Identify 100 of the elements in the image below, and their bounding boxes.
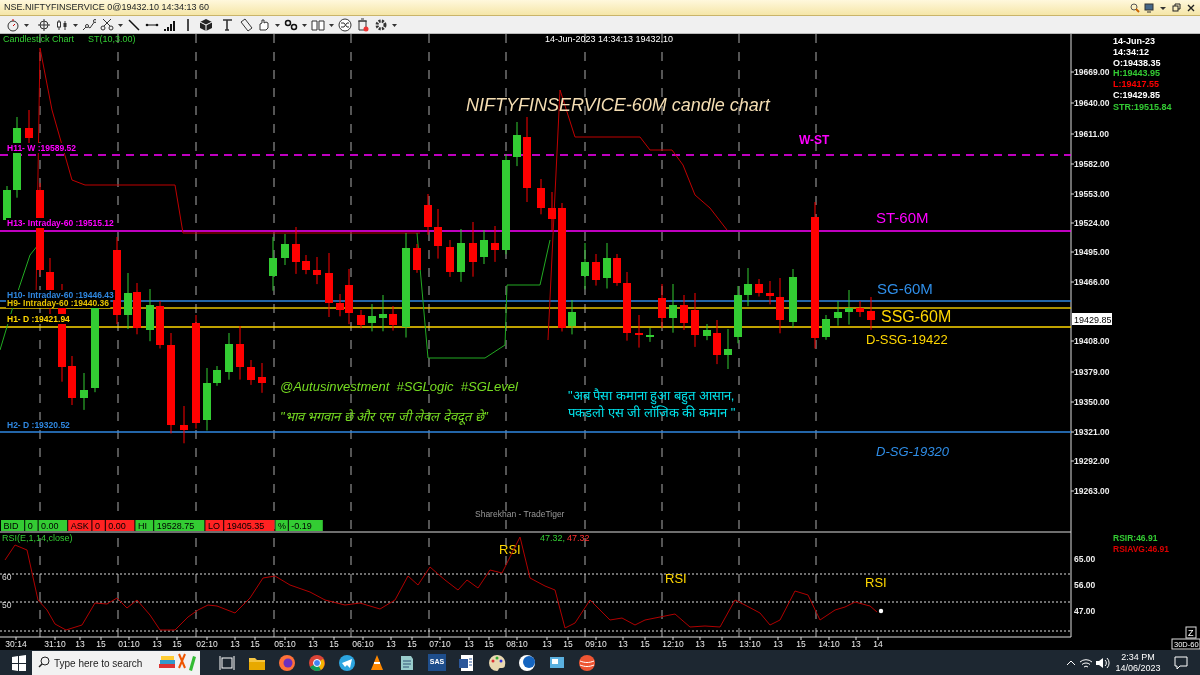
candlestick bbox=[834, 300, 842, 327]
globe-icon[interactable] bbox=[578, 653, 596, 672]
candlestick bbox=[68, 355, 76, 406]
time-label: 08:10 bbox=[506, 639, 528, 649]
level-label: H10- Intraday-60 :19446.43 bbox=[7, 290, 114, 300]
level-label: H1- D :19421.94 bbox=[7, 314, 70, 324]
candlestick bbox=[568, 299, 576, 335]
candlestick bbox=[213, 365, 221, 387]
candlestick bbox=[156, 300, 164, 349]
rsi-value: 47.32 bbox=[567, 533, 590, 543]
candlestick bbox=[724, 328, 732, 370]
candlestick bbox=[646, 327, 654, 343]
chrome-icon[interactable] bbox=[308, 653, 326, 672]
quote-cell: 0.00 bbox=[38, 520, 68, 531]
crosshair-icon[interactable] bbox=[37, 17, 51, 32]
palette-icon[interactable] bbox=[488, 653, 506, 672]
time-label: 14 bbox=[873, 639, 883, 649]
price-label: 19292.00 bbox=[1074, 456, 1110, 466]
text-tool-icon[interactable] bbox=[221, 17, 235, 32]
line-chart-icon[interactable] bbox=[82, 17, 96, 32]
ruler-icon[interactable] bbox=[239, 17, 253, 32]
candlestick bbox=[691, 292, 699, 348]
level-label: H11- W :19589.52 bbox=[7, 143, 76, 153]
rsi-annotation: RSI bbox=[499, 542, 521, 557]
paper-plane-icon[interactable] bbox=[338, 653, 356, 672]
price-label: 19350.00 bbox=[1074, 397, 1110, 407]
chart-annotation: W-ST bbox=[799, 133, 830, 147]
document-icon[interactable] bbox=[458, 653, 476, 672]
candlestick bbox=[446, 239, 454, 278]
candlestick bbox=[389, 305, 397, 332]
trash-icon[interactable] bbox=[356, 17, 370, 32]
time-label: 02:10 bbox=[196, 639, 218, 649]
scissors-icon[interactable] bbox=[100, 17, 114, 32]
clock-date[interactable]: 14/06/2023 bbox=[1110, 662, 1166, 674]
chart-annotation: D-SSG-19422 bbox=[866, 332, 948, 347]
candlestick bbox=[658, 283, 666, 329]
level-label: H9- Intraday-60 :19440.36 bbox=[7, 298, 110, 308]
traffic-cone-icon[interactable] bbox=[368, 653, 386, 672]
search-icon[interactable] bbox=[1130, 2, 1140, 13]
candlestick bbox=[744, 267, 752, 307]
shuffle-icon[interactable] bbox=[338, 17, 352, 32]
rsi-axis-label: 47.00 bbox=[1074, 606, 1096, 616]
rsi-annotation: RSI bbox=[865, 575, 887, 590]
time-label: 12:10 bbox=[662, 639, 684, 649]
candlestick bbox=[776, 277, 784, 334]
monitor-icon[interactable] bbox=[1144, 2, 1154, 13]
task-view-icon[interactable] bbox=[218, 653, 236, 672]
quote-cell: 0 bbox=[25, 520, 38, 531]
price-label: 19466.00 bbox=[1074, 277, 1110, 287]
time-label: 13 bbox=[618, 639, 628, 649]
line-tool-icon[interactable] bbox=[127, 17, 141, 32]
rsi-value: 47.32, bbox=[540, 533, 566, 543]
candlestick bbox=[225, 332, 233, 381]
quote-cell: HI bbox=[135, 520, 154, 531]
rsi-axis-label: 65.00 bbox=[1074, 554, 1096, 564]
timer-icon[interactable] bbox=[6, 17, 20, 32]
candlestick-icon[interactable] bbox=[55, 17, 69, 32]
search-icon bbox=[38, 656, 50, 668]
notepad-icon[interactable] bbox=[398, 653, 416, 672]
indicator-label: ST(10,3.00) bbox=[88, 34, 136, 44]
zoom-button[interactable]: Z bbox=[1185, 626, 1197, 639]
rsi-axis-label: 56.00 bbox=[1074, 580, 1096, 590]
candlestick bbox=[480, 229, 488, 265]
crescent-icon[interactable] bbox=[518, 653, 536, 672]
last-price-label: 19429.85 bbox=[1072, 313, 1112, 325]
candlestick bbox=[457, 228, 465, 283]
notification-icon[interactable] bbox=[1173, 654, 1189, 671]
chart-annotation: D-SG-19320 bbox=[876, 444, 949, 459]
search-field[interactable]: Type here to search bbox=[32, 651, 200, 675]
time-label: 07:10 bbox=[429, 639, 451, 649]
time-label: 15 bbox=[717, 639, 727, 649]
quote-cell: LO bbox=[205, 520, 224, 531]
restore-icon[interactable] bbox=[1172, 2, 1182, 13]
candlestick bbox=[258, 362, 266, 394]
ohlc-info: 14-Jun-23 bbox=[1113, 36, 1156, 46]
candlestick bbox=[269, 236, 277, 292]
time-label: 05:10 bbox=[274, 639, 296, 649]
time-label: 13 bbox=[851, 639, 861, 649]
firefox-icon[interactable] bbox=[278, 653, 296, 672]
time-label: 13 bbox=[542, 639, 552, 649]
time-label: 31:10 bbox=[44, 639, 66, 649]
time-label: 15 bbox=[563, 639, 573, 649]
candlestick bbox=[766, 280, 774, 305]
time-label: 13 bbox=[75, 639, 85, 649]
link-icon[interactable] bbox=[284, 17, 298, 32]
time-label: 15 bbox=[250, 639, 260, 649]
time-label: 14:10 bbox=[818, 639, 840, 649]
cube-icon[interactable] bbox=[199, 17, 213, 32]
time-label: 15 bbox=[172, 639, 182, 649]
candlestick bbox=[236, 325, 244, 381]
candlestick bbox=[789, 268, 797, 329]
candlestick bbox=[703, 323, 711, 341]
close-icon[interactable] bbox=[1186, 2, 1196, 13]
clock-time[interactable]: 2:34 PM bbox=[1110, 651, 1166, 663]
quote-text: "भाव भगवान छे और एस जी लेवल देवदूत छे” bbox=[280, 409, 488, 424]
candlestick bbox=[491, 225, 499, 263]
speaker-icon[interactable] bbox=[1094, 655, 1110, 670]
candlestick bbox=[302, 254, 310, 275]
rsi-annotation: RSI bbox=[665, 571, 687, 586]
rsi-axis-label: 60 bbox=[2, 572, 12, 582]
